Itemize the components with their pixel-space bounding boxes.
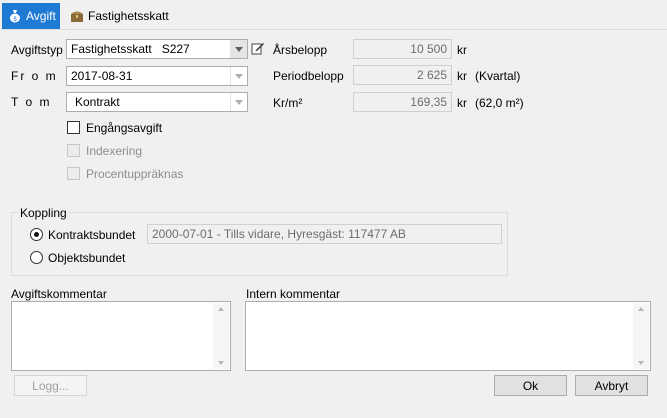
arsbelopp-field: 10 500 <box>353 39 452 59</box>
avgiftskommentar-scrollbar[interactable] <box>213 303 229 369</box>
from-date-value: 2017-08-31 <box>71 69 133 83</box>
periodbelopp-note: (Kvartal) <box>475 69 521 83</box>
periodbelopp-unit: kr <box>457 69 467 83</box>
engangsavgift-checkbox[interactable] <box>67 121 80 134</box>
kontrakt-field: 2000-07-01 - Tills vidare, Hyresgäst: 11… <box>147 224 502 244</box>
tom-select[interactable]: Kontrakt <box>66 92 248 112</box>
intern-kommentar-textarea[interactable] <box>245 301 651 371</box>
krm2-field: 169,35 <box>353 92 452 112</box>
koppling-title: Koppling <box>18 206 69 220</box>
kontraktsbundet-radio[interactable] <box>30 228 43 241</box>
engangsavgift-label: Engångsavgift <box>86 121 163 135</box>
kontraktsbundet-label: Kontraktsbundet <box>48 228 136 242</box>
procentupprakning-label: Procentuppräknas <box>86 167 184 181</box>
objektsbundet-radio[interactable] <box>30 251 43 264</box>
tab-fastighetsskatt[interactable]: Fastighetsskatt <box>64 3 169 29</box>
treasure-chest-icon <box>70 9 84 23</box>
objektsbundet-label: Objektsbundet <box>48 251 126 265</box>
periodbelopp-field: 2 625 <box>353 65 452 85</box>
chevron-down-icon <box>235 46 243 52</box>
indexering-label: Indexering <box>86 144 143 158</box>
scroll-down-icon <box>218 361 224 365</box>
tom-value: Kontrakt <box>75 95 120 109</box>
krm2-value: 169,35 <box>410 95 447 109</box>
scroll-up-icon <box>218 307 224 311</box>
avbryt-button[interactable]: Avbryt <box>575 375 648 396</box>
chevron-down-icon <box>235 99 243 105</box>
avgiftskommentar-textarea[interactable] <box>11 301 231 371</box>
tab-avgift-label: Avgift <box>26 9 56 23</box>
logg-button[interactable]: Logg... <box>14 375 87 396</box>
chevron-down-icon <box>235 73 243 79</box>
tom-label: T o m <box>11 95 52 109</box>
avgiftstyp-select[interactable]: Fastighetsskatt S227 <box>66 39 248 59</box>
from-date-select[interactable]: 2017-08-31 <box>66 66 248 86</box>
avgiftskommentar-label: Avgiftskommentar <box>11 287 107 301</box>
krm2-note: (62,0 m²) <box>475 96 524 110</box>
radio-selected-dot <box>34 232 39 237</box>
avgiftstyp-label: Avgiftstyp <box>11 43 63 57</box>
tab-fastighetsskatt-label: Fastighetsskatt <box>88 9 169 23</box>
scroll-up-icon <box>638 307 644 311</box>
moneybag-icon: $ <box>8 9 22 23</box>
avgiftstyp-dropdown-arrow[interactable] <box>230 40 247 58</box>
tab-avgift[interactable]: $ Avgift <box>2 3 60 29</box>
arsbelopp-label: Årsbelopp <box>273 43 328 57</box>
indexering-checkbox[interactable] <box>67 144 80 157</box>
kontrakt-value: 2000-07-01 - Tills vidare, Hyresgäst: 11… <box>152 227 406 241</box>
from-dropdown-arrow[interactable] <box>230 67 247 85</box>
edit-icon[interactable] <box>251 41 265 55</box>
from-label: Fr o m <box>11 69 58 83</box>
ok-button[interactable]: Ok <box>494 375 567 396</box>
krm2-unit: kr <box>457 96 467 110</box>
intern-kommentar-label: Intern kommentar <box>246 287 341 301</box>
krm2-label: Kr/m² <box>273 96 303 110</box>
intern-kommentar-scrollbar[interactable] <box>633 303 649 369</box>
periodbelopp-value: 2 625 <box>416 68 447 82</box>
tom-dropdown-arrow[interactable] <box>230 93 247 111</box>
avgiftstyp-value: Fastighetsskatt S227 <box>71 42 190 56</box>
arsbelopp-unit: kr <box>457 43 467 57</box>
scroll-down-icon <box>638 361 644 365</box>
procentupprakning-checkbox[interactable] <box>67 167 80 180</box>
periodbelopp-label: Periodbelopp <box>273 69 344 83</box>
koppling-groupbox <box>11 212 508 276</box>
arsbelopp-value: 10 500 <box>410 42 447 56</box>
